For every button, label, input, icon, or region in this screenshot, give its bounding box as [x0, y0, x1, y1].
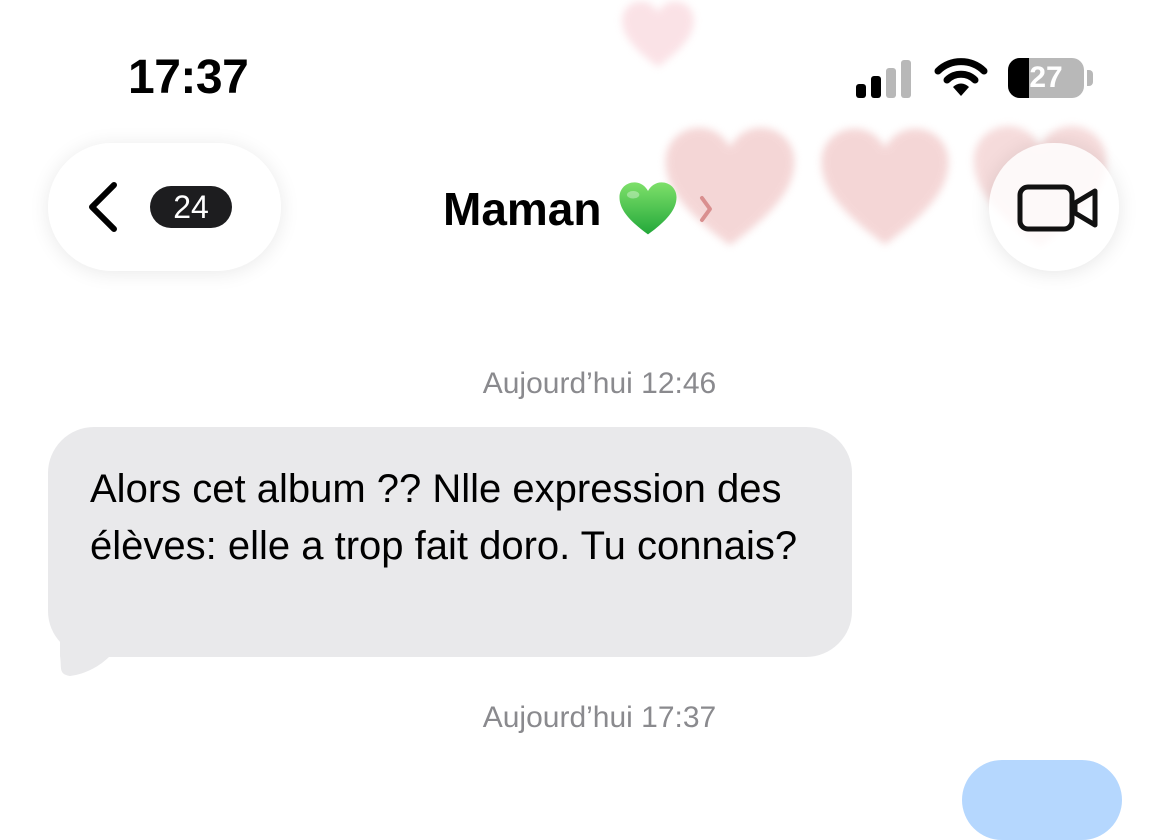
back-button[interactable]: 24 — [48, 143, 281, 271]
battery-cap — [1087, 70, 1093, 86]
signal-bar — [901, 60, 911, 98]
message-timestamp: Aujourd’hui 17:37 — [482, 701, 717, 734]
battery-level: 27 — [1029, 61, 1063, 94]
background-heart-icon — [622, 1, 694, 67]
unread-count-badge: 24 — [150, 186, 232, 228]
battery-icon: 27 — [1008, 58, 1084, 98]
message-text: Alors cet album ?? Nlle expression des é… — [90, 467, 798, 568]
outgoing-message-bubble[interactable] — [962, 760, 1122, 840]
contact-header[interactable]: Maman — [443, 177, 715, 241]
background-heart-icon — [821, 128, 949, 245]
signal-bar — [886, 68, 896, 98]
chevron-right-icon — [700, 196, 713, 222]
message-timestamp: Aujourd’hui 12:46 — [482, 367, 717, 400]
video-camera-icon — [1017, 184, 1098, 232]
incoming-message-bubble[interactable]: Alors cet album ?? Nlle expression des é… — [48, 427, 852, 657]
cellular-signal-icon — [856, 58, 914, 98]
green-heart-icon — [619, 182, 678, 235]
video-call-button[interactable] — [989, 143, 1119, 271]
chevron-left-icon — [89, 182, 117, 232]
status-time: 17:37 — [128, 51, 249, 104]
signal-bar — [871, 76, 881, 98]
contact-name: Maman — [443, 183, 602, 235]
signal-bar — [856, 84, 866, 98]
wifi-icon — [934, 58, 988, 96]
